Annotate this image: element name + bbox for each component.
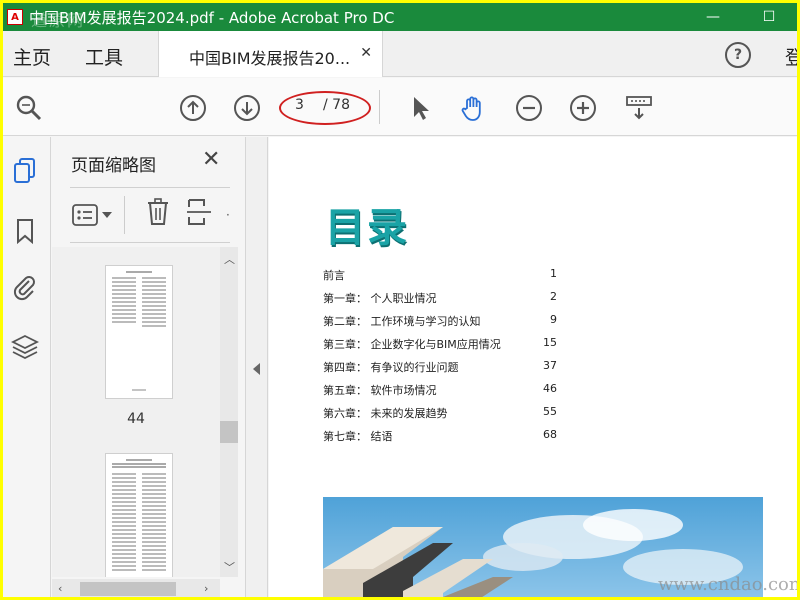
layers-icon[interactable] <box>11 333 39 361</box>
panel-title: 页面缩略图 <box>71 156 156 176</box>
watermark-overlay: 道原网 <box>31 11 86 30</box>
panel-collapse-handle[interactable] <box>246 137 268 597</box>
close-panel-button[interactable]: ✕ <box>202 147 220 172</box>
document-view[interactable]: 目录 前言 1 第一章： 个人职业情况 2 第二章： 工作环境与学习的认知 9 … <box>269 137 797 597</box>
thumbnail-content <box>112 459 166 571</box>
toc-entry[interactable]: 第六章： 未来的发展趋势 55 <box>323 405 557 423</box>
delete-trash-icon[interactable] <box>146 198 170 226</box>
thumbnail-horizontal-scrollbar[interactable]: ‹ › <box>52 579 220 597</box>
zoom-out-icon[interactable] <box>515 94 543 122</box>
toc-entry[interactable]: 第一章： 个人职业情况 2 <box>323 290 557 308</box>
site-watermark: www.cndao.com <box>658 574 800 595</box>
next-page-icon[interactable] <box>233 94 261 122</box>
toc-label: 第四章： 有争议的行业问题 <box>323 361 459 374</box>
scroll-down-icon[interactable]: ﹀ <box>224 559 235 575</box>
scroll-left-icon[interactable]: ‹ <box>58 582 62 595</box>
close-tab-button[interactable]: ✕ <box>360 45 372 61</box>
toc-page: 55 <box>543 405 557 418</box>
tool-divider <box>124 196 125 234</box>
toc-entry[interactable]: 第四章： 有争议的行业问题 37 <box>323 359 557 377</box>
scroll-right-icon[interactable]: › <box>204 582 208 595</box>
zoom-search-icon[interactable] <box>15 94 43 122</box>
previous-page-icon[interactable] <box>179 94 207 122</box>
scroll-up-icon[interactable]: ︿ <box>224 251 235 267</box>
more-tools-indicator[interactable]: · <box>226 208 230 222</box>
page-display-icon[interactable] <box>625 94 653 122</box>
toc-entry[interactable]: 第五章： 软件市场情况 46 <box>323 382 557 400</box>
app-window: A 中国BIM发展报告2024.pdf - Adobe Acrobat Pro … <box>0 0 800 600</box>
sign-in-link[interactable]: 登 <box>785 43 797 70</box>
toc-entry[interactable]: 第七章： 结语 68 <box>323 428 557 446</box>
maximize-button[interactable]: ☐ <box>749 3 789 31</box>
thumbnail-options-icon[interactable] <box>72 204 98 226</box>
toc-label: 第二章： 工作环境与学习的认知 <box>323 315 481 328</box>
acrobat-app-icon: A <box>7 9 23 25</box>
thumbnail-page-44[interactable] <box>105 265 173 399</box>
tab-tools[interactable]: 工具 <box>85 43 123 70</box>
toolbar-divider <box>379 90 380 124</box>
toc-label: 第三章： 企业数字化与BIM应用情况 <box>323 338 501 351</box>
bookmark-icon[interactable] <box>11 217 39 245</box>
zoom-in-icon[interactable] <box>569 94 597 122</box>
toc-page: 68 <box>543 428 557 441</box>
toc-label: 前言 <box>323 269 345 282</box>
toc-page: 1 <box>550 267 557 280</box>
toc-label: 第七章： 结语 <box>323 430 393 443</box>
main-toolbar: 3 / 78 <box>3 78 797 136</box>
toc-page: 46 <box>543 382 557 395</box>
minimize-button[interactable]: — <box>693 3 733 31</box>
tab-bar: 主页 工具 中国BIM发展报告20... ✕ ? 登 <box>3 31 797 77</box>
thumbnail-content <box>112 271 166 391</box>
title-bar: A 中国BIM发展报告2024.pdf - Adobe Acrobat Pro … <box>3 3 797 31</box>
left-navigation-rail <box>3 137 51 597</box>
document-tab-label: 中国BIM发展报告20... <box>189 49 351 68</box>
tab-home[interactable]: 主页 <box>13 43 51 70</box>
annotation-ellipse <box>279 91 371 125</box>
insert-page-icon[interactable] <box>186 198 212 226</box>
thumbnail-page-45[interactable] <box>105 453 173 577</box>
thumbnail-toolbar: · <box>70 187 230 243</box>
toc-page: 2 <box>550 290 557 303</box>
toc-entry[interactable]: 第二章： 工作环境与学习的认知 9 <box>323 313 557 331</box>
thumbnail-panel: 页面缩略图 ✕ · 44 ︿ ﹀ ‹ › <box>52 137 246 597</box>
toc-entry[interactable]: 第三章： 企业数字化与BIM应用情况 15 <box>323 336 557 354</box>
scrollbar-thumb[interactable] <box>220 421 238 443</box>
scrollbar-thumb[interactable] <box>80 582 176 596</box>
toc-page: 9 <box>550 313 557 326</box>
collapse-arrow-icon[interactable] <box>253 363 260 375</box>
tab-document[interactable]: 中国BIM发展报告20... ✕ <box>158 31 383 77</box>
chevron-down-icon[interactable] <box>102 212 112 218</box>
thumbnail-page-number: 44 <box>127 411 145 427</box>
help-icon[interactable]: ? <box>725 42 751 68</box>
page-thumbnails-icon[interactable] <box>11 157 39 185</box>
toc-label: 第一章： 个人职业情况 <box>323 292 437 305</box>
toc-entry[interactable]: 前言 1 <box>323 267 557 285</box>
thumbnail-vertical-scrollbar[interactable]: ︿ ﹀ <box>220 247 238 577</box>
hand-tool-icon[interactable] <box>459 94 487 122</box>
toc-page: 15 <box>543 336 557 349</box>
toc-label: 第五章： 软件市场情况 <box>323 384 437 397</box>
thumbnail-list[interactable]: 44 <box>52 247 220 577</box>
toc-page: 37 <box>543 359 557 372</box>
toc-heading: 目录 <box>325 205 409 251</box>
toc-label: 第六章： 未来的发展趋势 <box>323 407 448 420</box>
select-cursor-icon[interactable] <box>406 94 434 122</box>
attachment-icon[interactable] <box>11 273 39 301</box>
